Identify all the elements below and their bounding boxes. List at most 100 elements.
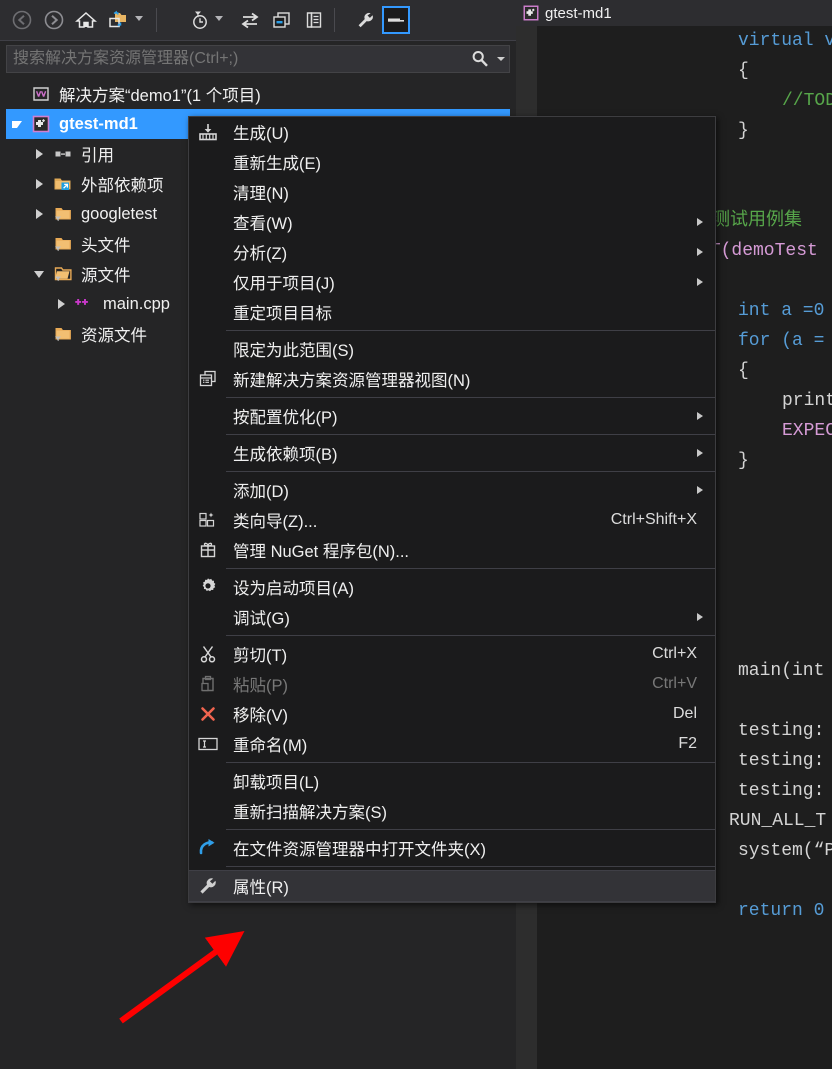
tree-row-solution[interactable]: 解决方案“demo1”(1 个项目) xyxy=(6,79,510,109)
search-box[interactable] xyxy=(6,45,510,73)
menu-item-label: 清理(N) xyxy=(233,185,289,203)
menu-item-open-folder-in-file-explorer[interactable]: 在文件资源管理器中打开文件夹(X) xyxy=(189,833,715,863)
menu-item-new-solution-explorer-view[interactable]: 新建解决方案资源管理器视图(N) xyxy=(189,364,715,394)
cpp-project-icon xyxy=(522,4,540,22)
menu-item-build-dependencies[interactable]: 生成依赖项(B) xyxy=(189,438,715,468)
wrench-icon xyxy=(189,876,226,896)
sync-with-active-document-icon[interactable] xyxy=(236,6,264,34)
code-token: print xyxy=(782,391,832,411)
external-deps-folder-icon xyxy=(50,169,76,199)
tree-row-label: 源文件 xyxy=(81,267,131,285)
code-token: system(“P xyxy=(738,841,832,861)
submenu-arrow-icon xyxy=(697,613,703,621)
collapse-all-icon[interactable] xyxy=(300,6,328,34)
filter-folder-icon xyxy=(50,229,76,259)
pending-changes-icon[interactable] xyxy=(186,6,214,34)
code-token: for (a = xyxy=(738,331,825,351)
menu-item-label: 类向导(Z)... xyxy=(233,513,318,531)
menu-item-label: 属性(R) xyxy=(233,879,289,897)
tree-row-label: googletest xyxy=(81,204,158,223)
references-icon xyxy=(50,139,76,169)
twisty-collapsed[interactable] xyxy=(28,199,50,229)
menu-item-rename[interactable]: 重命名(M) F2 xyxy=(189,729,715,759)
menu-item-rebuild[interactable]: 重新生成(E) xyxy=(189,147,715,177)
twisty-collapsed[interactable] xyxy=(50,289,72,319)
menu-item-label: 添加(D) xyxy=(233,483,289,501)
tree-row-label: 资源文件 xyxy=(81,327,147,345)
submenu-arrow-icon xyxy=(697,218,703,226)
menu-separator xyxy=(226,330,715,331)
menu-item-clean[interactable]: 清理(N) xyxy=(189,177,715,207)
menu-item-label: 管理 NuGet 程序包(N)... xyxy=(233,543,410,561)
menu-item-view[interactable]: 查看(W) xyxy=(189,207,715,237)
menu-item-manage-nuget-packages[interactable]: 管理 NuGet 程序包(N)... xyxy=(189,535,715,565)
show-all-files-dropdown-caret[interactable] xyxy=(135,16,143,21)
menu-item-label: 设为启动项目(A) xyxy=(233,580,354,598)
preview-selected-items-icon[interactable] xyxy=(382,6,410,34)
home-icon[interactable] xyxy=(72,6,100,34)
cpp-project-icon xyxy=(28,109,54,139)
clipboard-paste-icon xyxy=(189,674,226,694)
menu-item-class-wizard[interactable]: 类向导(Z)... Ctrl+Shift+X xyxy=(189,505,715,535)
search-dropdown-caret-icon[interactable] xyxy=(493,55,509,63)
menu-separator xyxy=(226,762,715,763)
toolbar-separator-2 xyxy=(334,8,335,32)
search-input[interactable] xyxy=(7,49,467,69)
twisty-collapsed[interactable] xyxy=(28,139,50,169)
menu-item-label: 重新生成(E) xyxy=(233,155,321,173)
twisty-placeholder xyxy=(28,319,50,349)
code-token: testing: xyxy=(738,751,825,771)
menu-item-project-only[interactable]: 仅用于项目(J) xyxy=(189,267,715,297)
project-context-menu[interactable]: 生成(U) 重新生成(E) 清理(N) 查看(W) 分析(Z) 仅用于项目(J) xyxy=(188,116,716,903)
menu-item-cut[interactable]: 剪切(T) Ctrl+X xyxy=(189,639,715,669)
code-token: { xyxy=(738,61,749,81)
editor-tab-gtest-md1[interactable]: gtest-md1 xyxy=(516,0,832,26)
menu-item-paste[interactable]: 粘贴(P) Ctrl+V xyxy=(189,669,715,699)
menu-item-label: 粘贴(P) xyxy=(233,677,288,695)
scissors-icon xyxy=(189,644,226,664)
properties-wrench-icon[interactable] xyxy=(352,6,380,34)
twisty-expanded[interactable] xyxy=(28,259,50,289)
menu-item-build[interactable]: 生成(U) xyxy=(189,117,715,147)
toolbar-separator-1 xyxy=(156,8,157,32)
show-all-files-icon[interactable] xyxy=(104,6,132,34)
search-icon[interactable] xyxy=(467,49,493,69)
nuget-icon xyxy=(189,541,226,559)
menu-item-label: 限定为此范围(S) xyxy=(233,342,354,360)
submenu-arrow-icon xyxy=(697,412,703,420)
code-token: testing: xyxy=(738,721,825,741)
menu-item-analyze[interactable]: 分析(Z) xyxy=(189,237,715,267)
menu-item-profile-guided-optimization[interactable]: 按配置优化(P) xyxy=(189,401,715,431)
solution-explorer-toolbar xyxy=(0,0,516,41)
twisty-placeholder xyxy=(28,229,50,259)
menu-item-remove[interactable]: 移除(V) Del xyxy=(189,699,715,729)
submenu-arrow-icon xyxy=(697,449,703,457)
refresh-icon[interactable] xyxy=(268,6,296,34)
pending-changes-dropdown-caret[interactable] xyxy=(215,16,223,21)
new-se-view-icon xyxy=(189,370,226,388)
menu-item-label: 生成(U) xyxy=(233,125,289,143)
tree-row-label: main.cpp xyxy=(103,294,170,313)
back-icon[interactable] xyxy=(8,6,36,34)
open-folder-arrow-icon xyxy=(189,838,226,858)
menu-item-debug[interactable]: 调试(G) xyxy=(189,602,715,632)
twisty-expanded[interactable] xyxy=(6,109,28,139)
menu-item-label: 仅用于项目(J) xyxy=(233,275,335,293)
menu-item-add[interactable]: 添加(D) xyxy=(189,475,715,505)
twisty-placeholder xyxy=(6,79,28,109)
menu-separator xyxy=(226,568,715,569)
menu-separator xyxy=(226,471,715,472)
twisty-collapsed[interactable] xyxy=(28,169,50,199)
menu-item-label: 按配置优化(P) xyxy=(233,409,338,427)
menu-item-label: 剪切(T) xyxy=(233,647,288,665)
menu-item-set-as-startup-project[interactable]: 设为启动项目(A) xyxy=(189,572,715,602)
forward-icon[interactable] xyxy=(40,6,68,34)
filter-folder-open-icon xyxy=(50,259,76,289)
menu-item-scope-to-this[interactable]: 限定为此范围(S) xyxy=(189,334,715,364)
menu-item-unload-project[interactable]: 卸载项目(L) xyxy=(189,766,715,796)
submenu-arrow-icon xyxy=(697,278,703,286)
menu-item-label: 重定项目目标 xyxy=(233,305,332,323)
menu-item-rescan-solution[interactable]: 重新扫描解决方案(S) xyxy=(189,796,715,826)
menu-item-retarget[interactable]: 重定项目目标 xyxy=(189,297,715,327)
menu-item-properties[interactable]: 属性(R) xyxy=(189,870,715,902)
